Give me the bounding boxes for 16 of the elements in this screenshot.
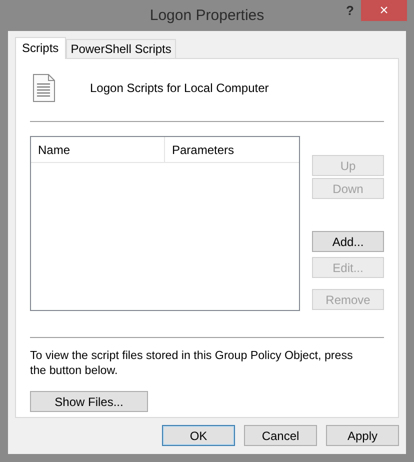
dialog-button[interactable]: OK [162, 425, 235, 446]
tab[interactable]: PowerShell Scripts [66, 39, 176, 58]
script-file-icon [32, 73, 56, 103]
dialog-button[interactable]: Cancel [244, 425, 317, 446]
close-button[interactable]: × [361, 0, 407, 21]
column-header[interactable]: Parameters [165, 137, 234, 162]
heading: Logon Scripts for Local Computer [90, 81, 269, 95]
tab[interactable]: Scripts [15, 37, 66, 59]
info-text: To view the script files stored in this Group Policy Object, press the button below. [30, 348, 354, 378]
help-button[interactable]: ? [346, 3, 354, 18]
column-header[interactable]: Name [31, 137, 165, 162]
show-files-button[interactable]: Show Files... [30, 391, 148, 412]
dialog-button[interactable]: Apply [326, 425, 399, 446]
side-button[interactable]: Add... [312, 231, 384, 252]
scripts-list[interactable]: Name Parameters [30, 136, 300, 311]
window-title: Logon Properties [150, 7, 264, 24]
